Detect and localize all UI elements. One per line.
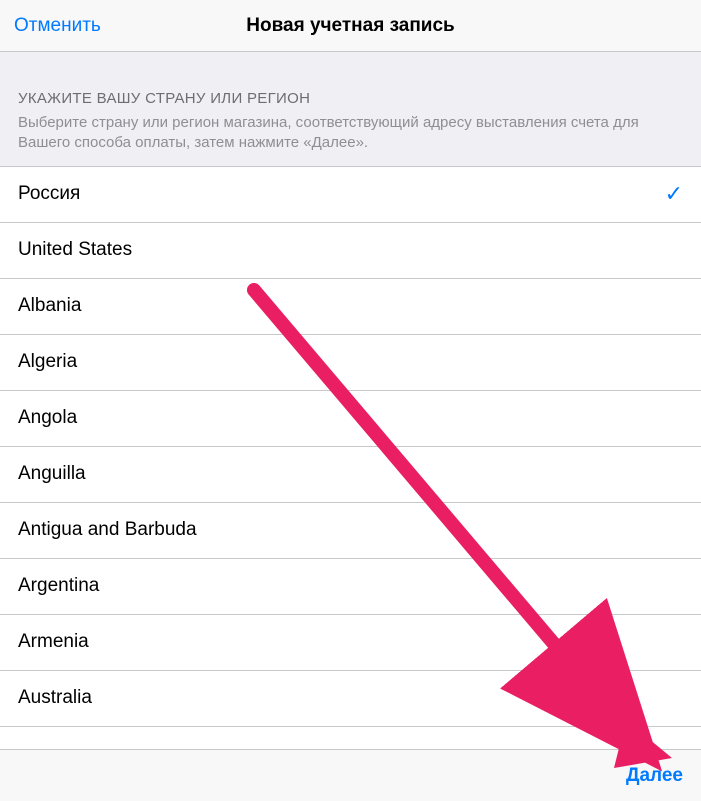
section-header: УКАЖИТЕ ВАШУ СТРАНУ ИЛИ РЕГИОН Выберите …: [0, 52, 701, 167]
country-label: Angola: [18, 407, 683, 429]
bottom-bar: Далее: [0, 749, 701, 801]
country-label: Albania: [18, 295, 683, 317]
country-row[interactable]: Anguilla: [0, 447, 701, 503]
country-label: Anguilla: [18, 463, 683, 485]
country-label: Armenia: [18, 631, 683, 653]
country-label: Antigua and Barbuda: [18, 519, 683, 541]
next-button[interactable]: Далее: [626, 765, 683, 787]
country-row[interactable]: Antigua and Barbuda: [0, 503, 701, 559]
country-label: Россия: [18, 183, 665, 205]
section-description: Выберите страну или регион магазина, соо…: [18, 113, 683, 154]
country-list: Россия✓ United States Albania Algeria Angola…: [0, 167, 701, 727]
country-row[interactable]: Albania: [0, 279, 701, 335]
country-row[interactable]: Argentina: [0, 559, 701, 615]
nav-bar: Отменить Новая учетная запись: [0, 0, 701, 52]
country-label: United States: [18, 239, 683, 261]
country-row[interactable]: Algeria: [0, 335, 701, 391]
checkmark-icon: ✓: [665, 181, 683, 207]
country-row[interactable]: Россия✓: [0, 167, 701, 223]
country-row[interactable]: Australia: [0, 671, 701, 727]
country-row[interactable]: Armenia: [0, 615, 701, 671]
section-title: УКАЖИТЕ ВАШУ СТРАНУ ИЛИ РЕГИОН: [18, 90, 683, 107]
page-title: Новая учетная запись: [246, 15, 454, 37]
country-label: Australia: [18, 687, 683, 709]
country-label: Algeria: [18, 351, 683, 373]
country-row[interactable]: United States: [0, 223, 701, 279]
country-label: Argentina: [18, 575, 683, 597]
country-row[interactable]: Angola: [0, 391, 701, 447]
cancel-button[interactable]: Отменить: [14, 15, 101, 37]
